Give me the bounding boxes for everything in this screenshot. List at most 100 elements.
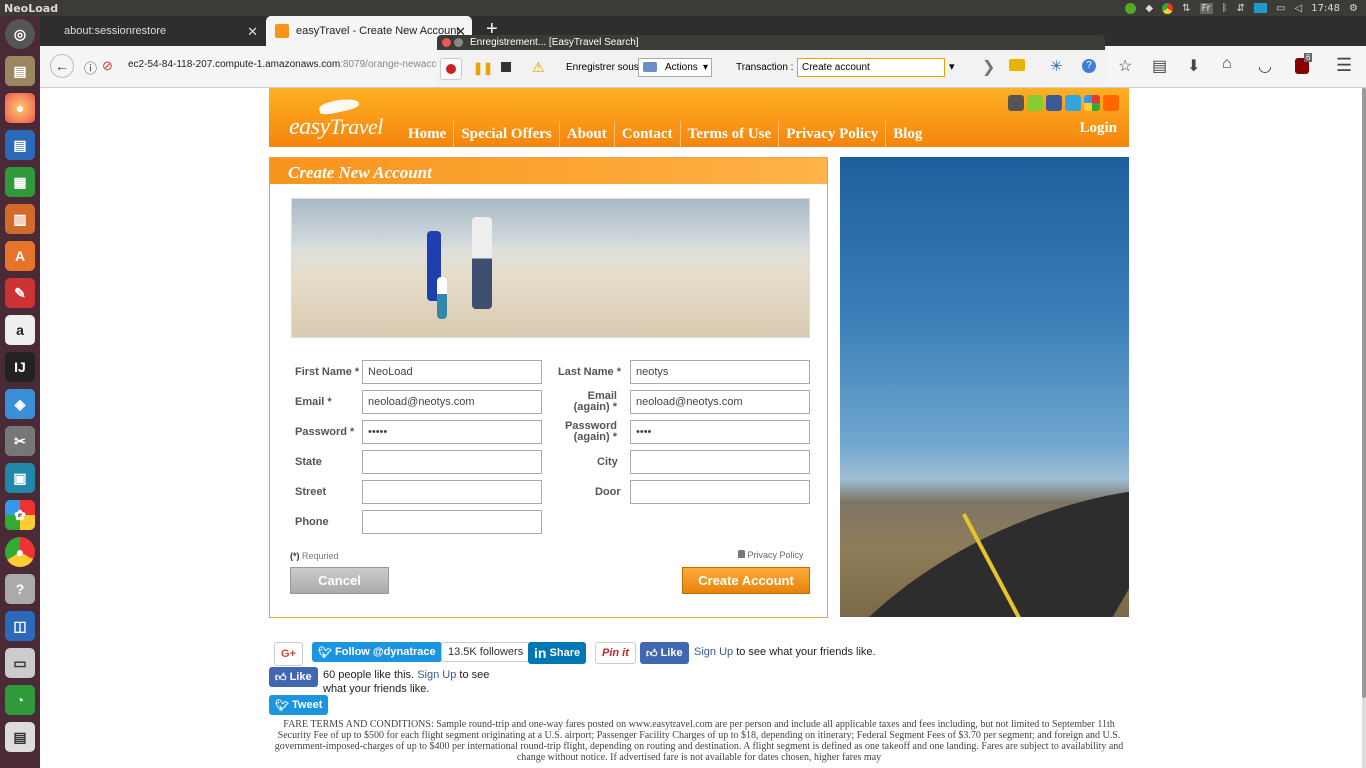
password-input[interactable]: ••••• [362,420,542,444]
city-input[interactable] [630,450,810,474]
calc-icon[interactable]: ▦ [5,167,35,197]
transaction-input[interactable]: Create account [797,58,945,77]
rss-icon[interactable] [1103,95,1119,111]
check-icon[interactable] [1125,2,1137,14]
nav-contact[interactable]: Contact [615,121,681,147]
gear-icon[interactable]: ⚙ [1349,3,1358,14]
url-field[interactable]: ec2-54-84-118-207.compute-1.amazonaws.co… [128,59,469,70]
mail-icon[interactable] [1254,3,1268,13]
capture-icon[interactable]: ✳ [1050,57,1063,75]
bookmark-star-icon[interactable]: ☆ [1118,56,1132,76]
info-icon[interactable]: ⓘ [84,58,97,77]
tweet-button[interactable]: 🐦︎ Tweet [269,695,329,715]
state-input[interactable] [362,450,542,474]
last-name-input[interactable]: neotys [630,360,810,384]
stop-icon[interactable] [501,62,511,72]
python-icon[interactable]: ◫ [5,611,35,641]
network-icon[interactable]: ⇵ [1237,3,1245,14]
create-account-button[interactable]: Create Account [682,567,810,594]
bluetooth-icon[interactable]: ᛒ [1222,3,1228,14]
chrome-launcher-icon[interactable]: ● [5,537,35,567]
windows-icon[interactable] [1084,95,1100,111]
google-plus-button[interactable]: G+ [274,642,303,666]
settings-icon[interactable]: ✎ [5,278,35,308]
transaction-dropdown-icon[interactable]: ▾ [949,60,955,73]
twitter-follow-button[interactable]: 🐦︎ Follow @dynatrace [312,642,442,662]
email-again-input[interactable]: neoload@neotys.com [630,390,810,414]
menu-icon[interactable]: ☰ [1336,55,1352,76]
facebook-like-button[interactable]: 👍︎ Like [640,642,689,664]
photos-icon[interactable]: ✿ [5,500,35,530]
firefox-icon[interactable]: ● [5,93,35,123]
amazon-icon[interactable]: a [5,315,35,345]
home-icon[interactable]: ⌂ [1222,55,1232,73]
save-as-select[interactable]: Actions ▾ [638,58,712,77]
nav-home[interactable]: Home [401,121,455,147]
pinterest-button[interactable]: Pin it [595,642,636,664]
phone-input[interactable] [362,510,542,534]
clock[interactable]: 17:48 [1311,3,1340,14]
chrome-icon[interactable] [1162,2,1174,14]
keyboard-layout[interactable]: Fr [1199,2,1213,14]
insecure-icon[interactable]: ⊘ [102,58,113,74]
facebook-like-button-2[interactable]: 👍︎ Like [269,667,318,687]
ublock-badge: 6 [1304,53,1313,62]
sync-icon[interactable]: ⇅ [1182,3,1190,14]
nav-special-offers[interactable]: Special Offers [454,121,560,147]
record-button[interactable] [440,58,462,80]
help-icon[interactable]: ? [5,574,35,604]
download-icon[interactable]: ⬇ [1187,56,1200,76]
dropbox-icon[interactable]: ◆ [1145,3,1153,14]
help-icon[interactable]: ? [1082,59,1096,73]
intellij-icon[interactable]: IJ [5,352,35,382]
pause-icon[interactable]: ❚❚ [473,61,493,75]
warning-icon[interactable]: ⚠ [532,59,545,76]
pocket-icon[interactable]: ◡ [1258,56,1272,76]
tab-sessionrestore[interactable]: about:sessionrestore ✕ [40,16,264,46]
fb-signup2-link[interactable]: Sign Up [417,669,456,681]
android-icon[interactable] [1027,95,1043,111]
impress-icon[interactable]: ▥ [5,204,35,234]
email-input[interactable]: neoload@neotys.com [362,390,542,414]
minimize-icon[interactable] [454,38,463,47]
twitter-icon[interactable] [1065,95,1081,111]
files-icon[interactable]: ▤ [5,56,35,86]
battery-icon[interactable]: ▭ [1276,3,1285,14]
child-figure [437,277,447,319]
nav-privacy[interactable]: Privacy Policy [779,121,887,147]
volume-icon[interactable]: ◁ [1295,3,1303,14]
neoload-icon[interactable]: ◔ [5,685,35,715]
privacy-policy-link[interactable]: Privacy Policy [738,550,804,560]
password-again-input[interactable]: •••• [630,420,810,444]
drive-icon[interactable]: ▭ [5,648,35,678]
fb-signup-link[interactable]: Sign Up [694,646,733,658]
street-input[interactable] [362,480,542,504]
nav-terms[interactable]: Terms of Use [681,121,780,147]
printer-icon[interactable]: ▤ [5,722,35,752]
virtualbox-icon[interactable]: ◈ [5,389,35,419]
remote-desktop-icon[interactable]: ▣ [5,463,35,493]
back-icon[interactable]: ← [50,54,74,78]
ubuntu-dash-icon[interactable]: ◎ [5,19,35,49]
open-folder-icon[interactable] [1009,59,1025,71]
scrollbar[interactable] [1362,88,1366,768]
forward-arrow-icon[interactable]: ❯ [982,57,995,77]
door-input[interactable] [630,480,810,504]
scrollbar-thumb[interactable] [1362,88,1366,698]
nav-blog[interactable]: Blog [886,121,929,147]
gimp-icon[interactable]: ✂ [5,426,35,456]
software-center-icon[interactable]: A [5,241,35,271]
last-name-label: Last Name * [558,366,621,378]
cancel-button[interactable]: Cancel [290,567,389,594]
reading-list-icon[interactable]: ▤ [1152,56,1167,76]
nav-about[interactable]: About [560,121,615,147]
apple-icon[interactable] [1008,95,1024,111]
facebook-icon[interactable] [1046,95,1062,111]
close-icon[interactable] [442,38,451,47]
easytravel-logo[interactable]: easyTravel [289,114,383,141]
linkedin-share-button[interactable]: in Share [528,642,587,664]
login-link[interactable]: Login [1079,120,1117,137]
writer-icon[interactable]: ▤ [5,130,35,160]
close-icon[interactable]: ✕ [247,24,258,40]
first-name-input[interactable]: NeoLoad [362,360,542,384]
